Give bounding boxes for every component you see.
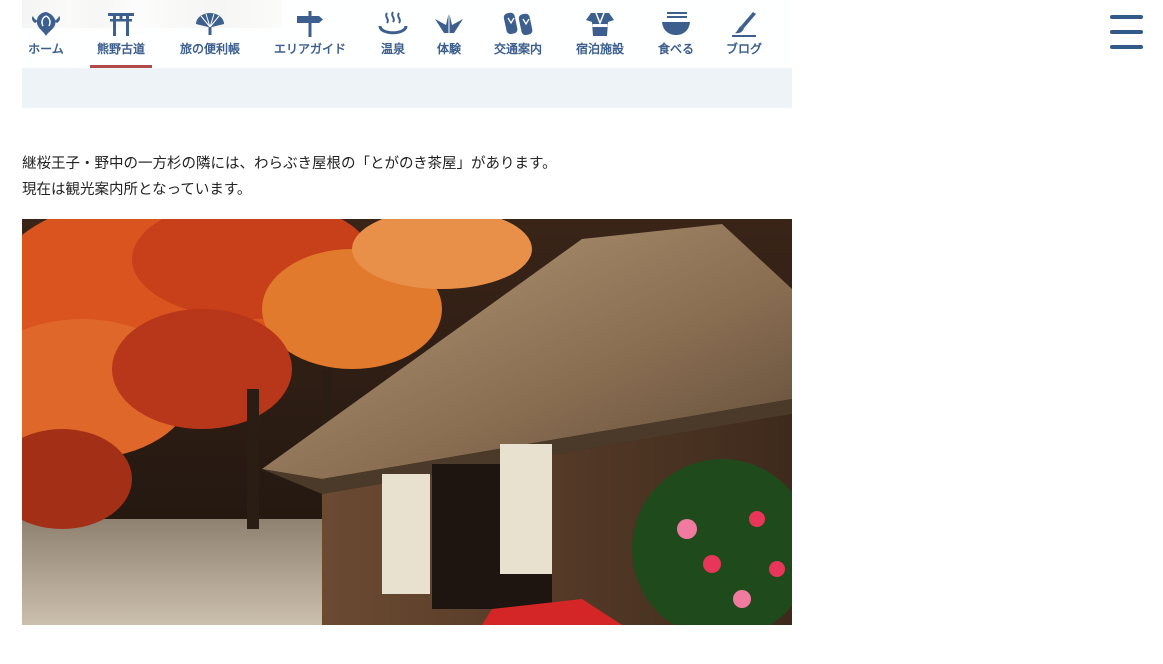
paper-crane-icon (435, 12, 463, 33)
nav-item-onsen[interactable]: 温泉 (374, 0, 412, 68)
hamburger-menu-icon (1110, 15, 1143, 19)
nav-label-experience: 体験 (436, 42, 461, 56)
nav-label-transport: 交通案内 (493, 42, 542, 56)
phoenix-icon (31, 12, 61, 36)
torii-icon (108, 13, 134, 36)
article-body: 継桜王子・野中の一方杉の隣には、わらぶき屋根の「とがのき茶屋」があります。 現在… (22, 151, 792, 203)
nav-label-accommodation: 宿泊施設 (575, 42, 624, 56)
nav-label-home: ホーム (28, 42, 64, 56)
noodle-bowl-icon (662, 12, 690, 35)
nav-item-area-guide[interactable]: エリアガイド (270, 0, 350, 68)
nav-item-experience[interactable]: 体験 (430, 0, 468, 68)
article-paragraph-1: 継桜王子・野中の一方杉の隣には、わらぶき屋根の「とがのき茶屋」があります。 (22, 156, 557, 172)
hamburger-menu-button[interactable] (1110, 14, 1144, 50)
article-paragraph-2: 現在は観光案内所となっています。 (22, 182, 252, 198)
fan-icon (196, 13, 224, 35)
nav-item-transport[interactable]: 交通案内 (488, 0, 548, 68)
yukata-icon (586, 12, 614, 36)
nav-item-home[interactable]: ホーム (22, 0, 70, 68)
sandals-icon (503, 12, 533, 36)
nav-label-blog: ブログ (725, 42, 762, 56)
brush-icon (732, 12, 756, 37)
nav-item-travel-guide[interactable]: 旅の便利帳 (174, 0, 246, 68)
hot-spring-icon (378, 11, 408, 35)
nav-item-blog[interactable]: ブログ (722, 0, 766, 68)
teahouse-photo (22, 219, 792, 625)
nav-item-kumano-kodo[interactable]: 熊野古道 (90, 0, 152, 68)
signpost-icon (297, 11, 323, 37)
nav-label-onsen: 温泉 (380, 42, 405, 56)
nav-item-food[interactable]: 食べる (652, 0, 700, 68)
nav-item-accommodation[interactable]: 宿泊施設 (570, 0, 630, 68)
nav-label-area-guide: エリアガイド (273, 42, 346, 56)
nav-label-travel-guide: 旅の便利帳 (179, 42, 240, 56)
nav-label-food: 食べる (657, 42, 694, 56)
main-navigation: ホーム 熊野古道 旅の便利帳 エリアガイド 温泉 体験 交通案内 宿泊施設 食べ… (22, 0, 792, 68)
nav-label-kumano-kodo: 熊野古道 (96, 42, 145, 56)
